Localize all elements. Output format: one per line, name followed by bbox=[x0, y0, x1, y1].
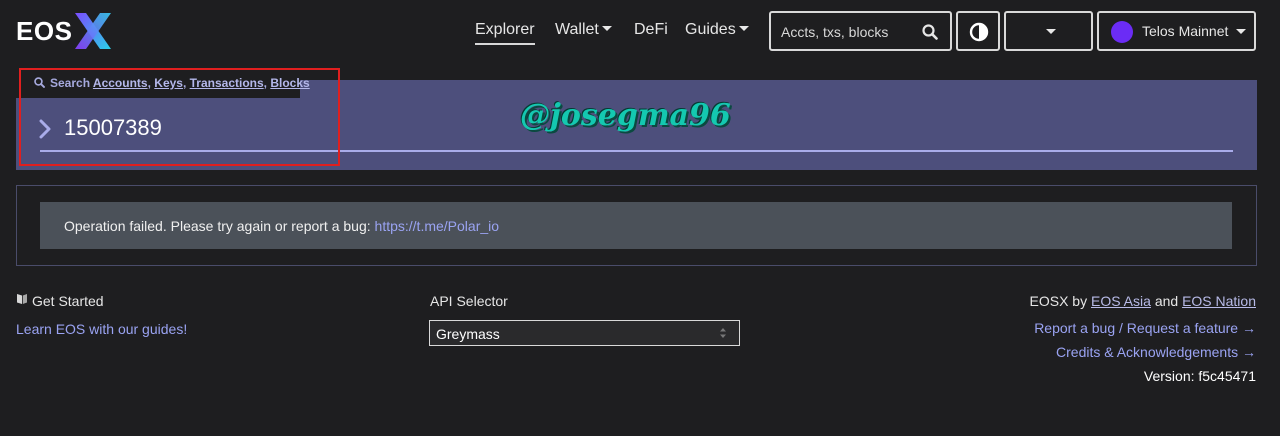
language-dropdown[interactable] bbox=[1004, 11, 1093, 51]
eosx-logo[interactable]: EOS bbox=[16, 11, 113, 51]
theme-toggle-button[interactable] bbox=[956, 11, 1000, 51]
api-selector-label: API Selector bbox=[430, 293, 508, 309]
credit-line: EOSX by EOS Asia and EOS Nation bbox=[1030, 293, 1256, 309]
eos-asia-link[interactable]: EOS Asia bbox=[1091, 293, 1151, 309]
book-icon bbox=[17, 294, 27, 305]
get-started-label: Get Started bbox=[32, 293, 104, 309]
chain-label: Telos Mainnet bbox=[1142, 23, 1229, 39]
nav-wallet[interactable]: Wallet bbox=[555, 21, 612, 41]
nav-defi[interactable]: DeFi bbox=[634, 21, 668, 41]
watermark-text: @josegma96 bbox=[520, 98, 731, 133]
error-message: Operation failed. Please try again or re… bbox=[64, 218, 371, 234]
get-started-heading: Get Started bbox=[16, 293, 104, 309]
credit-and: and bbox=[1154, 293, 1179, 309]
updown-caret-icon bbox=[720, 328, 726, 338]
top-navbar: EOS Explorer Wallet DeFi Guides Accts, t… bbox=[0, 0, 1280, 62]
error-text: Operation failed. Please try again or re… bbox=[64, 218, 499, 234]
report-bug-link[interactable]: Report a bug / Request a feature → bbox=[1034, 320, 1256, 336]
chevron-down-icon bbox=[601, 25, 612, 31]
error-alert: Operation failed. Please try again or re… bbox=[40, 202, 1232, 249]
header-search-input[interactable] bbox=[781, 22, 911, 42]
nav-guides-label: Guides bbox=[685, 21, 736, 38]
header-search bbox=[769, 11, 952, 51]
chain-logo-icon bbox=[1111, 21, 1133, 43]
chevron-down-icon bbox=[1046, 29, 1056, 34]
contrast-icon bbox=[969, 22, 989, 42]
bug-report-link[interactable]: https://t.me/Polar_io bbox=[375, 218, 500, 234]
search-icon[interactable] bbox=[922, 24, 938, 40]
nav-wallet-label: Wallet bbox=[555, 21, 599, 38]
version-text: Version: f5c45471 bbox=[1143, 368, 1256, 384]
logo-x-mark bbox=[75, 13, 112, 49]
chevron-down-icon bbox=[1236, 29, 1246, 34]
eos-nation-link[interactable]: EOS Nation bbox=[1182, 293, 1256, 309]
credits-link[interactable]: Credits & Acknowledgements → bbox=[1056, 344, 1256, 360]
chain-selector[interactable]: Telos Mainnet bbox=[1097, 11, 1256, 51]
nav-explorer[interactable]: Explorer bbox=[475, 21, 535, 45]
nav-guides[interactable]: Guides bbox=[685, 21, 749, 41]
credit-prefix: EOSX by bbox=[1029, 293, 1088, 309]
api-selected-value: Greymass bbox=[436, 326, 500, 342]
api-selector-dropdown[interactable]: Greymass bbox=[429, 320, 740, 346]
chevron-down-icon bbox=[738, 25, 749, 31]
logo-text: EOS bbox=[16, 15, 73, 46]
learn-guides-link[interactable]: Learn EOS with our guides! bbox=[16, 321, 187, 337]
highlight-annotation bbox=[19, 68, 340, 166]
